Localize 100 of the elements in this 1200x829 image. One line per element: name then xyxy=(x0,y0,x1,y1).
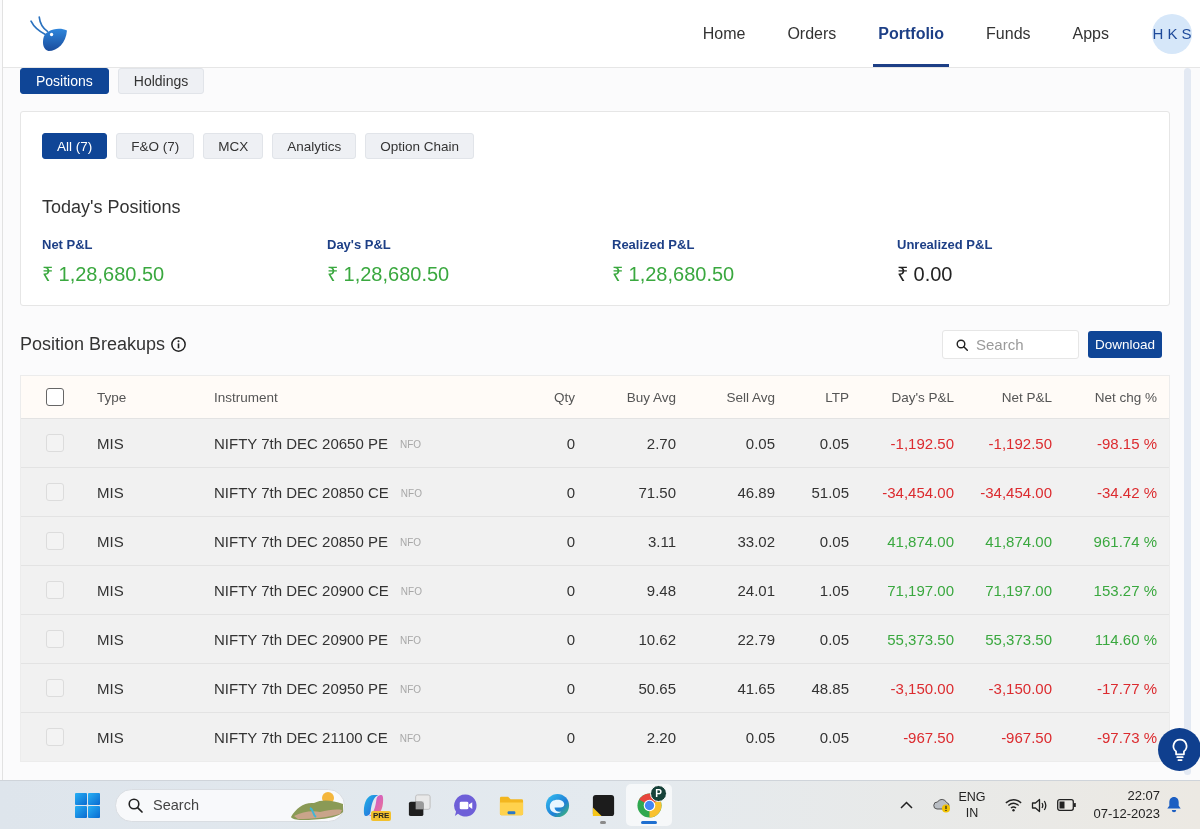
stat-value: ₹ 1,28,680.50 xyxy=(327,262,450,287)
exchange-tag: NFO xyxy=(400,534,422,548)
number-cell: 24.01 xyxy=(737,581,775,599)
number-cell: 0.05 xyxy=(819,532,849,550)
four-panes-icon[interactable] xyxy=(75,792,100,818)
exchange-tag: NFO xyxy=(399,730,421,744)
number-cell: 3.11 xyxy=(647,532,676,550)
pnl-cell: -17.77 % xyxy=(1096,679,1157,697)
pnl-cell: -967.50 xyxy=(1001,728,1052,746)
number-cell: 2.70 xyxy=(646,434,676,452)
nav-link[interactable]: Orders xyxy=(782,0,842,67)
pnl-cell: -98.15 % xyxy=(1096,434,1157,452)
type-cell: MIS xyxy=(97,581,124,599)
tips-button[interactable] xyxy=(1158,728,1200,771)
pnl-cell: -967.50 xyxy=(903,728,954,746)
cloud-warning-icon[interactable] xyxy=(933,797,952,813)
number-cell: 0 xyxy=(566,630,575,648)
nav-link[interactable]: Home xyxy=(697,0,751,67)
stat-label: Net P&L xyxy=(42,236,93,254)
download-button[interactable]: Download xyxy=(1087,331,1162,358)
exchange-tag: NFO xyxy=(400,681,422,695)
clock-button[interactable]: 22:07 07-12-2023 xyxy=(1093,787,1160,823)
nav-link[interactable]: Portfolio xyxy=(873,0,950,67)
stat-label: Day's P&L xyxy=(327,236,391,254)
section-title: Position Breakups xyxy=(20,334,166,355)
nav-link[interactable]: Apps xyxy=(1067,0,1114,67)
number-cell: 50.65 xyxy=(638,679,676,697)
app-badge: P xyxy=(650,785,667,802)
filter-tab[interactable]: F&O (7) xyxy=(116,133,195,159)
pnl-cell: 153.27 % xyxy=(1093,581,1157,599)
pnl-cell: 41,874.00 xyxy=(985,532,1052,550)
instrument-name: NIFTY 7th DEC 20850 CE xyxy=(214,483,389,501)
pnl-cell: -97.73 % xyxy=(1096,728,1157,746)
app-badge: PRE xyxy=(371,811,392,821)
number-cell: 46.89 xyxy=(737,483,775,501)
notification-bell-icon[interactable] xyxy=(1166,796,1182,814)
pnl-cell: 114.60 % xyxy=(1094,630,1157,648)
taskbar-app-button[interactable]: PRE xyxy=(350,784,396,826)
pnl-cell: 41,874.00 xyxy=(887,532,954,550)
logo-icon[interactable] xyxy=(30,15,68,52)
column-header: Type xyxy=(97,389,127,405)
pnl-cell: -34,454.00 xyxy=(882,483,954,501)
type-cell: MIS xyxy=(97,679,124,697)
pnl-cell: -34,454.00 xyxy=(980,483,1052,501)
nav-link[interactable]: Funds xyxy=(981,0,1036,67)
instrument-name: NIFTY 7th DEC 20650 PE xyxy=(214,434,388,452)
filter-tab[interactable]: Option Chain xyxy=(365,133,475,159)
type-cell: MIS xyxy=(97,728,124,746)
instrument-name: NIFTY 7th DEC 20900 PE xyxy=(214,630,388,648)
number-cell: 0 xyxy=(566,434,575,452)
user-avatar[interactable]: H K S xyxy=(1152,13,1192,54)
taskbar-app-button[interactable]: P xyxy=(626,784,672,826)
chevron-up-icon[interactable] xyxy=(900,801,914,809)
number-cell: 2.20 xyxy=(646,728,676,746)
wifi-icon[interactable] xyxy=(1004,798,1022,812)
number-cell: 0.05 xyxy=(819,434,849,452)
pnl-cell: 55,373.50 xyxy=(887,630,954,648)
search-field[interactable]: Search xyxy=(941,330,1079,359)
number-cell: 0.05 xyxy=(819,630,849,648)
filter-tab[interactable]: Analytics xyxy=(272,133,357,159)
scrollbar-thumb[interactable] xyxy=(1184,68,1191,775)
instrument-name: NIFTY 7th DEC 20950 PE xyxy=(214,679,388,697)
type-cell: MIS xyxy=(97,483,124,501)
info-icon[interactable] xyxy=(171,337,187,352)
pnl-cell: -3,150.00 xyxy=(988,679,1052,697)
stat-value: ₹ 1,28,680.50 xyxy=(612,262,735,287)
pnl-cell: -3,150.00 xyxy=(890,679,954,697)
exchange-tag: NFO xyxy=(400,632,422,646)
view-tab[interactable]: Holdings xyxy=(117,68,205,94)
pnl-cell: 71,197.00 xyxy=(985,581,1052,599)
checkbox[interactable] xyxy=(46,388,64,406)
column-header: Instrument xyxy=(214,389,278,405)
volume-icon[interactable] xyxy=(1030,797,1048,813)
search-icon xyxy=(955,339,968,351)
pnl-cell: 961.74 % xyxy=(1093,532,1157,550)
number-cell: 41.65 xyxy=(737,679,775,697)
number-cell: 51.05 xyxy=(811,483,849,501)
exchange-tag: NFO xyxy=(400,485,422,499)
landscape-illustration-icon xyxy=(290,789,344,821)
pnl-cell: 71,197.00 xyxy=(887,581,954,599)
number-cell: 0.05 xyxy=(745,434,775,452)
stat-label: Realized P&L xyxy=(612,236,695,254)
filter-tab[interactable]: MCX xyxy=(203,133,264,159)
wave-circle-icon xyxy=(543,791,571,819)
number-cell: 0 xyxy=(566,483,575,501)
view-tab[interactable]: Positions xyxy=(20,68,109,94)
battery-icon[interactable] xyxy=(1056,799,1076,811)
column-header: Buy Avg xyxy=(626,389,676,405)
number-cell: 0 xyxy=(566,728,575,746)
number-cell: 33.02 xyxy=(737,532,775,550)
number-cell: 0 xyxy=(566,532,575,550)
input-language-button[interactable]: ENG IN xyxy=(958,789,986,821)
number-cell: 22.79 xyxy=(737,630,775,648)
number-cell: 0 xyxy=(566,679,575,697)
type-cell: MIS xyxy=(97,630,124,648)
instrument-name: NIFTY 7th DEC 20850 PE xyxy=(214,532,388,550)
number-cell: 0.05 xyxy=(819,728,849,746)
instrument-name: NIFTY 7th DEC 20900 CE xyxy=(214,581,389,599)
filter-tab[interactable]: All (7) xyxy=(42,133,108,159)
number-cell: 71.50 xyxy=(638,483,676,501)
